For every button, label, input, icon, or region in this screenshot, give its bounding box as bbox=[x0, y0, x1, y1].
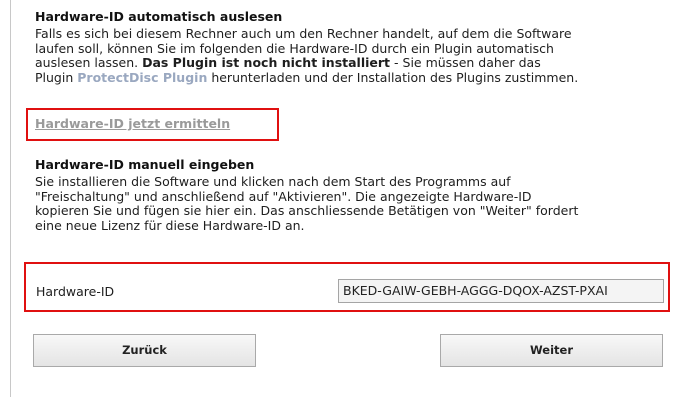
detect-hardware-id-link[interactable]: Hardware-ID jetzt ermitteln bbox=[35, 116, 230, 131]
auto-section-heading: Hardware-ID automatisch auslesen bbox=[35, 9, 283, 24]
auto-desc-line-3-end: - Sie müssen daher das bbox=[390, 55, 541, 70]
manual-section-heading: Hardware-ID manuell eingeben bbox=[35, 157, 255, 172]
auto-desc-line-2: laufen soll, können Sie im folgenden die… bbox=[35, 40, 554, 56]
protectdisc-plugin-link[interactable]: ProtectDisc Plugin bbox=[77, 70, 207, 85]
auto-desc-line-3: auslesen lassen. Das Plugin ist noch nic… bbox=[35, 55, 665, 71]
auto-desc-line-1: Falls es sich bei diesem Rechner auch um… bbox=[35, 26, 572, 41]
plugin-not-installed-notice: Das Plugin ist noch nicht installiert bbox=[142, 55, 391, 70]
auto-section-description: Falls es sich bei diesem Rechner auch um… bbox=[35, 26, 665, 86]
auto-desc-line-4: Plugin ProtectDisc Plugin herunterladen … bbox=[35, 69, 665, 86]
hardware-id-input[interactable]: BKED-GAIW-GEBH-AGGG-DQOX-AZST-PXAI bbox=[338, 279, 664, 303]
manual-desc-line-2: "Freischaltung" und anschließend auf "Ak… bbox=[35, 188, 532, 204]
auto-desc-line-4-end: herunterladen und der Installation des P… bbox=[207, 69, 579, 85]
back-button[interactable]: Zurück bbox=[33, 334, 256, 367]
auto-desc-line-4-start: Plugin bbox=[35, 69, 78, 85]
hardware-id-label: Hardware-ID bbox=[36, 284, 115, 299]
manual-desc-line-4: eine neue Lizenz für diese Hardware-ID a… bbox=[35, 217, 305, 233]
manual-section-description: Sie installieren die Software und klicke… bbox=[35, 174, 665, 233]
auto-desc-line-3-start: auslesen lassen. bbox=[35, 55, 143, 70]
next-button[interactable]: Weiter bbox=[440, 334, 663, 367]
manual-desc-line-3: kopieren Sie und fügen sie hier ein. Das… bbox=[35, 203, 579, 218]
manual-desc-line-1: Sie installieren die Software und klicke… bbox=[35, 174, 511, 189]
